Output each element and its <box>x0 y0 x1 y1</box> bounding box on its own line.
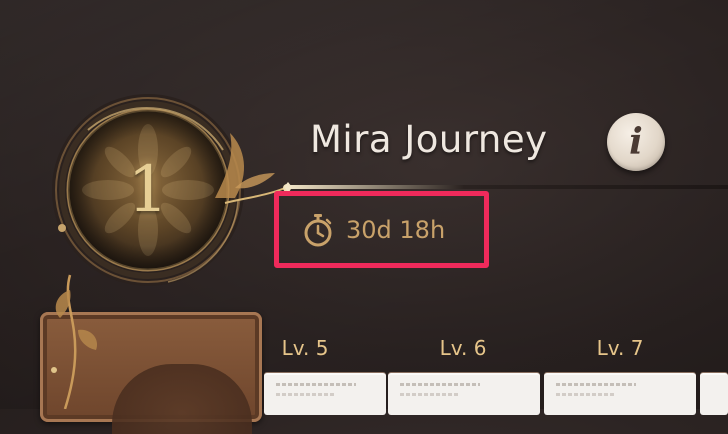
event-title: Mira Journey <box>310 118 548 161</box>
card-text-line <box>400 383 480 386</box>
card-text-line <box>556 393 616 396</box>
card-text-line <box>276 383 356 386</box>
level-label-7: Lv. 7 <box>596 336 644 360</box>
journey-screen: 1 Mira Journey i 30d 18h Lv. 5 Lv. 6 Lv.… <box>0 0 728 434</box>
portrait-art <box>112 364 252 434</box>
info-icon: i <box>629 121 643 163</box>
info-button[interactable]: i <box>607 113 665 171</box>
highlight-box <box>274 191 489 268</box>
card-text-line <box>556 383 636 386</box>
card-text-line <box>400 393 460 396</box>
level-label-5: Lv. 5 <box>281 336 329 360</box>
level-number: 1 <box>127 153 169 227</box>
vine-ornament-icon <box>51 274 98 409</box>
level-label-6: Lv. 6 <box>439 336 487 360</box>
card-text-line <box>276 393 336 396</box>
